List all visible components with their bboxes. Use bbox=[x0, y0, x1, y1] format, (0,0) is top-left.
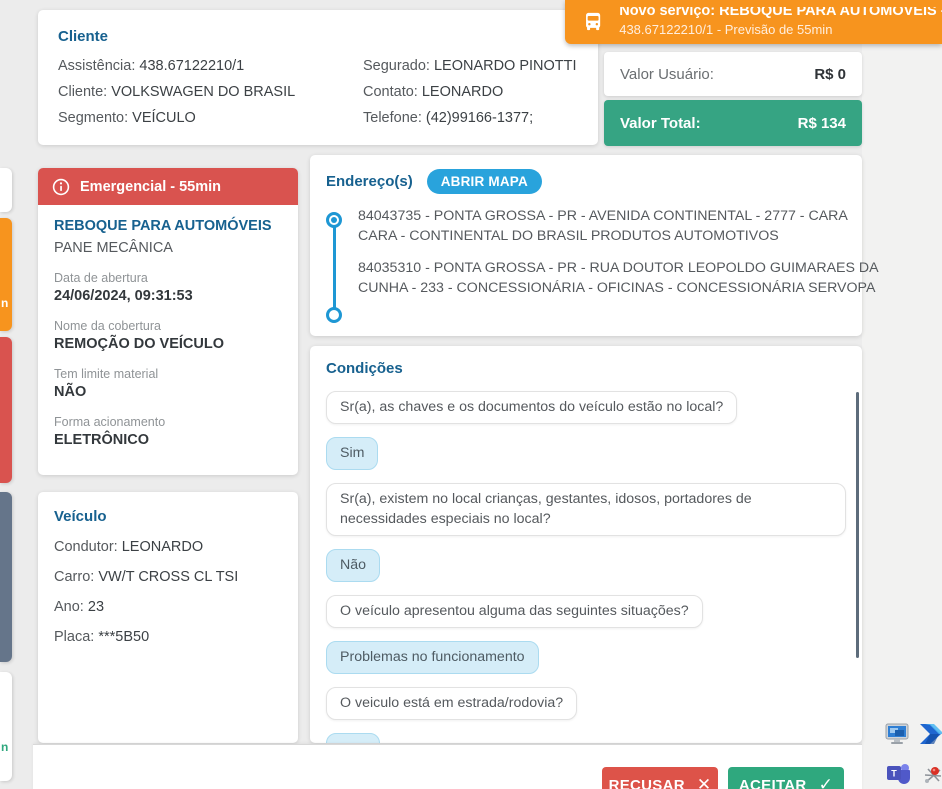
computer-icon[interactable] bbox=[884, 722, 910, 751]
address-card: Endereço(s) ABRIR MAPA 84043735 - PONTA … bbox=[310, 155, 878, 336]
vehicle-card-title: Veículo bbox=[54, 508, 107, 525]
chat-question: O veículo apresentou alguma das seguinte… bbox=[326, 594, 703, 629]
remote-tool-icon[interactable] bbox=[922, 764, 942, 789]
coverage-label: Nome da cobertura bbox=[54, 319, 162, 333]
phone-link[interactable]: (42)99166-1377; bbox=[426, 110, 533, 126]
reject-label: RECUSAR bbox=[608, 776, 685, 789]
year-field: Ano: 23 bbox=[54, 599, 105, 615]
notification-title: Novo serviço: REBOQUE PARA AUTOMÓVEIS - … bbox=[619, 7, 942, 19]
total-value-amount: R$ 134 bbox=[797, 114, 846, 132]
chat-answer: Sim bbox=[326, 437, 379, 471]
service-name: REBOQUE PARA AUTOMÓVEIS bbox=[54, 218, 272, 234]
origin-marker-icon bbox=[326, 212, 342, 228]
address-card-title: Endereço(s) bbox=[326, 173, 413, 190]
queue-card-partial-1[interactable] bbox=[0, 168, 12, 212]
service-problem: PANE MECÂNICA bbox=[54, 240, 173, 256]
screen: { "notification": { "icon": "car-icon", … bbox=[0, 0, 942, 789]
queue-card-partial-4[interactable] bbox=[0, 492, 12, 662]
trigger-mode-label: Forma acionamento bbox=[54, 415, 166, 429]
conditions-card: Condições Sr(a), as chaves e os document… bbox=[310, 346, 862, 743]
queue-card-partial-2[interactable]: n bbox=[0, 218, 12, 331]
queue-card-partial-3[interactable] bbox=[0, 337, 12, 483]
info-icon bbox=[52, 178, 70, 195]
queue-card-partial-5[interactable]: n bbox=[0, 672, 12, 781]
close-icon: ✕ bbox=[696, 775, 712, 789]
chat-answer: Não bbox=[326, 733, 381, 743]
trigger-mode-value: ELETRÔNICO bbox=[54, 432, 150, 448]
phone-field: Telefone: (42)99166-1377; bbox=[363, 110, 534, 126]
plate-field: Placa: ***5B50 bbox=[54, 629, 150, 645]
material-limit-value: NÃO bbox=[54, 384, 87, 400]
client-card: Cliente Assistência: 438.67122210/1 Clie… bbox=[38, 10, 598, 145]
conditions-title: Condições bbox=[326, 360, 403, 377]
chat-question: Sr(a), existem no local crianças, gestan… bbox=[326, 483, 846, 536]
contact-field: Contato: LEONARDO bbox=[363, 84, 504, 100]
urgency-label: Emergencial - 55min bbox=[80, 178, 222, 195]
chat-answer: Não bbox=[326, 548, 381, 582]
pricing-panel: Valor Usuário: R$ 0 Valor Total: R$ 134 bbox=[604, 52, 862, 146]
user-value-amount: R$ 0 bbox=[814, 65, 846, 83]
destination-address: 84035310 - PONTA GROSSA - PR - RUA DOUTO… bbox=[358, 260, 878, 297]
assistance-field: Assistência: 438.67122210/1 bbox=[58, 58, 245, 74]
notification-subtitle: 438.67122210/1 - Previsão de 55min bbox=[619, 22, 833, 37]
car-field: Carro: VW/T CROSS CL TSI bbox=[54, 569, 239, 585]
client-card-title: Cliente bbox=[58, 28, 109, 45]
power-automate-icon[interactable] bbox=[920, 722, 942, 751]
queue-card-text-fragment: n bbox=[1, 740, 9, 754]
app-window: n n Cliente Assistência: 438.67122210/1 … bbox=[0, 0, 878, 789]
urgency-banner: Emergencial - 55min bbox=[38, 168, 298, 205]
conditions-scrollbar[interactable] bbox=[856, 392, 859, 658]
check-icon: ✓ bbox=[818, 775, 834, 789]
coverage-value: REMOÇÃO DO VEÍCULO bbox=[54, 336, 224, 352]
insured-field: Segurado: LEONARDO PINOTTI bbox=[363, 58, 577, 74]
svg-text:T: T bbox=[891, 769, 897, 779]
segment-field: Segmento: VEÍCULO bbox=[58, 110, 196, 126]
reject-button[interactable]: RECUSAR ✕ bbox=[602, 767, 718, 789]
service-detail-card: Emergencial - 55min REBOQUE PARA AUTOMÓV… bbox=[38, 168, 298, 475]
teams-icon[interactable]: T bbox=[886, 762, 913, 789]
origin-address: 84043735 - PONTA GROSSA - PR - AVENIDA C… bbox=[358, 208, 848, 245]
chat-question: Sr(a), as chaves e os documentos do veíc… bbox=[326, 391, 738, 425]
material-limit-label: Tem limite material bbox=[54, 367, 159, 381]
route-connector-line bbox=[332, 218, 336, 314]
driver-field: Condutor: LEONARDO bbox=[54, 539, 204, 555]
open-date-value: 24/06/2024, 09:31:53 bbox=[54, 288, 193, 304]
new-service-notification[interactable]: Novo serviço: REBOQUE PARA AUTOMÓVEIS - … bbox=[565, 0, 942, 44]
user-value-row: Valor Usuário: R$ 0 bbox=[604, 52, 862, 96]
car-icon bbox=[586, 12, 601, 31]
queue-card-text-fragment: n bbox=[1, 296, 9, 310]
accept-button[interactable]: ACEITAR ✓ bbox=[728, 767, 844, 789]
total-value-label: Valor Total: bbox=[620, 114, 701, 132]
footer-action-bar: RECUSAR ✕ ACEITAR ✓ bbox=[33, 744, 862, 789]
chat-question: O veiculo está em estrada/rodovia? bbox=[326, 687, 578, 721]
open-map-button[interactable]: ABRIR MAPA bbox=[426, 169, 542, 194]
user-value-label: Valor Usuário: bbox=[620, 65, 714, 83]
vehicle-card: Veículo Condutor: LEONARDO Carro: VW/T C… bbox=[38, 492, 298, 743]
destination-marker-icon bbox=[326, 307, 342, 323]
client-field: Cliente: VOLKSWAGEN DO BRASIL bbox=[58, 84, 296, 100]
total-value-row: Valor Total: R$ 134 bbox=[604, 100, 862, 146]
chat-answer: Problemas no funcionamento bbox=[326, 641, 539, 675]
accept-label: ACEITAR bbox=[738, 776, 807, 789]
open-date-label: Data de abertura bbox=[54, 271, 148, 285]
